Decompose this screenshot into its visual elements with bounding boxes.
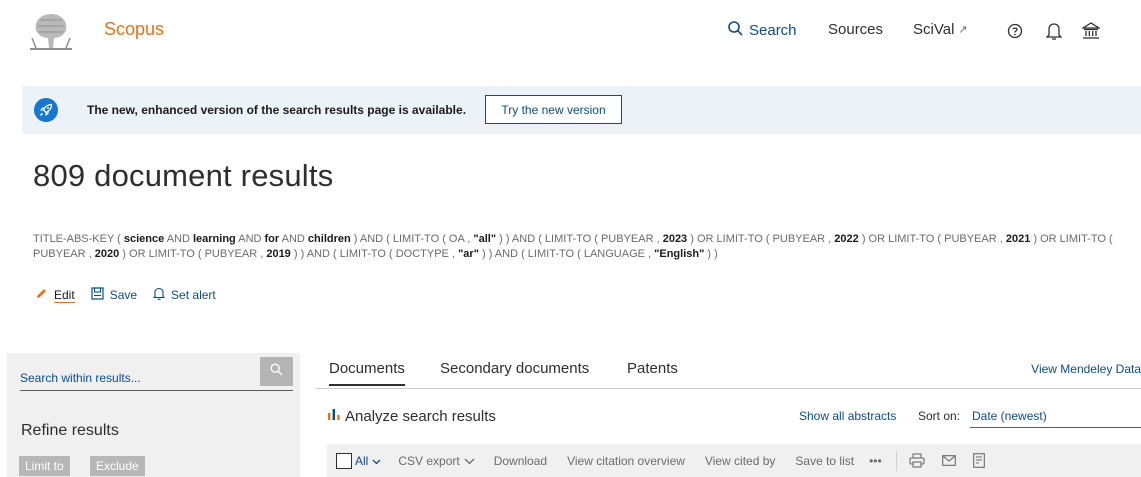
query-term: for xyxy=(264,233,280,245)
chevron-down-icon xyxy=(464,454,475,468)
query-operator: TITLE-ABS-KEY ( xyxy=(33,233,124,245)
search-within-button[interactable] xyxy=(260,357,293,386)
download-button[interactable]: Download xyxy=(494,454,547,468)
save-icon xyxy=(91,287,104,303)
query-term: 2019 xyxy=(266,248,291,260)
query-operator: AND xyxy=(279,233,308,245)
scopus-brand[interactable]: Scopus xyxy=(104,19,164,40)
document-tabs: Documents Secondary documents Patents Vi… xyxy=(315,353,1141,389)
save-query-button[interactable]: Save xyxy=(91,287,137,303)
bell-icon[interactable] xyxy=(1043,20,1065,42)
set-alert-button[interactable]: Set alert xyxy=(152,287,216,303)
banner-message: The new, enhanced version of the search … xyxy=(87,103,467,117)
csv-export-label: CSV export xyxy=(398,453,460,468)
institution-icon[interactable] xyxy=(1080,20,1102,42)
nav-sources[interactable]: Sources xyxy=(828,21,883,38)
toolbar-divider xyxy=(895,450,897,471)
search-icon xyxy=(728,21,743,40)
query-operator: ) AND ( LIMIT-TO ( OA , xyxy=(350,233,474,245)
view-mendeley-data-link[interactable]: View Mendeley Data xyxy=(1031,362,1141,376)
nav-search[interactable]: Search xyxy=(728,21,797,40)
query-term: 2022 xyxy=(834,233,859,245)
bell-alert-icon xyxy=(152,287,166,303)
query-term: science xyxy=(123,233,165,245)
set-alert-label: Set alert xyxy=(171,288,216,302)
query-term: "ar" xyxy=(458,248,479,260)
exclude-button[interactable]: Exclude xyxy=(90,456,145,476)
tab-documents[interactable]: Documents xyxy=(329,360,405,386)
query-term: 2023 xyxy=(662,233,688,245)
view-citation-overview-button[interactable]: View citation overview xyxy=(567,454,685,468)
edit-query-button[interactable]: Edit xyxy=(35,287,75,303)
limit-to-button[interactable]: Limit to xyxy=(19,456,70,476)
query-term: children xyxy=(307,233,351,245)
elsevier-logo[interactable] xyxy=(22,8,80,54)
query-operator: ) ) AND ( LIMIT-TO ( LANGUAGE , xyxy=(478,248,655,260)
rocket-icon xyxy=(34,98,58,122)
print-icon[interactable] xyxy=(909,453,925,468)
sort-label: Sort on: xyxy=(918,409,961,423)
query-operator: ) ) AND ( LIMIT-TO ( DOCTYPE , xyxy=(290,248,459,260)
csv-export-button[interactable]: CSV export xyxy=(398,453,475,468)
query-operator: ) OR LIMIT-TO ( PUBYEAR , xyxy=(858,233,1006,245)
query-operator: ) OR LIMIT-TO ( PUBYEAR , xyxy=(119,248,267,260)
query-actions: Edit Save Set alert xyxy=(35,287,232,303)
search-within-results: Search within results... xyxy=(20,354,293,391)
query-term: 2020 xyxy=(94,248,120,260)
view-cited-by-button[interactable]: View cited by xyxy=(705,454,775,468)
search-within-input[interactable]: Search within results... xyxy=(20,361,293,391)
select-all-dropdown[interactable]: All xyxy=(355,454,381,468)
pencil-icon xyxy=(35,287,48,303)
query-operator: AND xyxy=(235,233,265,245)
tab-secondary-documents[interactable]: Secondary documents xyxy=(440,360,589,384)
sort-select[interactable]: Date (newest) xyxy=(970,404,1141,428)
refine-results-heading: Refine results xyxy=(21,422,119,439)
query-term: learning xyxy=(192,233,236,245)
results-main-panel: Documents Secondary documents Patents Vi… xyxy=(315,353,1141,477)
query-operator: ) OR LIMIT-TO ( PUBYEAR , xyxy=(687,233,835,245)
tab-patents[interactable]: Patents xyxy=(627,360,678,384)
bar-chart-icon xyxy=(327,407,341,425)
nav-search-label: Search xyxy=(749,22,797,39)
refine-sidebar: Search within results... Refine results … xyxy=(7,353,300,477)
top-header: Scopus Search Sources SciVal ↗ xyxy=(0,0,1141,64)
nav-scival-label: SciVal xyxy=(913,21,955,38)
chevron-down-icon xyxy=(372,454,381,468)
results-toolbar: All CSV export Download View citation ov… xyxy=(327,444,1141,477)
select-all-checkbox[interactable] xyxy=(336,452,352,469)
query-operator: ) ) AND ( LIMIT-TO ( PUBYEAR , xyxy=(496,233,663,245)
results-count-title: 809 document results xyxy=(33,158,334,193)
show-all-abstracts-link[interactable]: Show all abstracts xyxy=(799,409,896,423)
search-query-string: TITLE-ABS-KEY ( science AND learning AND… xyxy=(33,232,1113,262)
bibliography-icon[interactable] xyxy=(972,453,985,468)
query-operator: ) ) xyxy=(704,248,718,260)
email-icon[interactable] xyxy=(941,455,956,466)
save-label: Save xyxy=(109,288,138,302)
select-all-label: All xyxy=(355,453,369,468)
search-icon xyxy=(270,362,283,381)
analyze-search-results-link[interactable]: Analyze search results xyxy=(327,407,496,425)
new-version-banner: The new, enhanced version of the search … xyxy=(22,86,1141,134)
query-term: "English" xyxy=(654,248,705,260)
save-to-list-button[interactable]: Save to list xyxy=(795,454,854,468)
help-icon[interactable] xyxy=(1004,20,1026,42)
query-term: 2021 xyxy=(1005,233,1031,245)
analyze-label: Analyze search results xyxy=(345,407,496,425)
query-term: "all" xyxy=(473,233,497,245)
more-options-button[interactable]: ••• xyxy=(869,454,882,468)
edit-label: Edit xyxy=(54,287,75,303)
nav-scival[interactable]: SciVal ↗ xyxy=(913,21,968,38)
external-link-icon: ↗ xyxy=(958,24,968,36)
try-new-version-button[interactable]: Try the new version xyxy=(485,95,622,124)
query-operator: AND xyxy=(164,233,193,245)
